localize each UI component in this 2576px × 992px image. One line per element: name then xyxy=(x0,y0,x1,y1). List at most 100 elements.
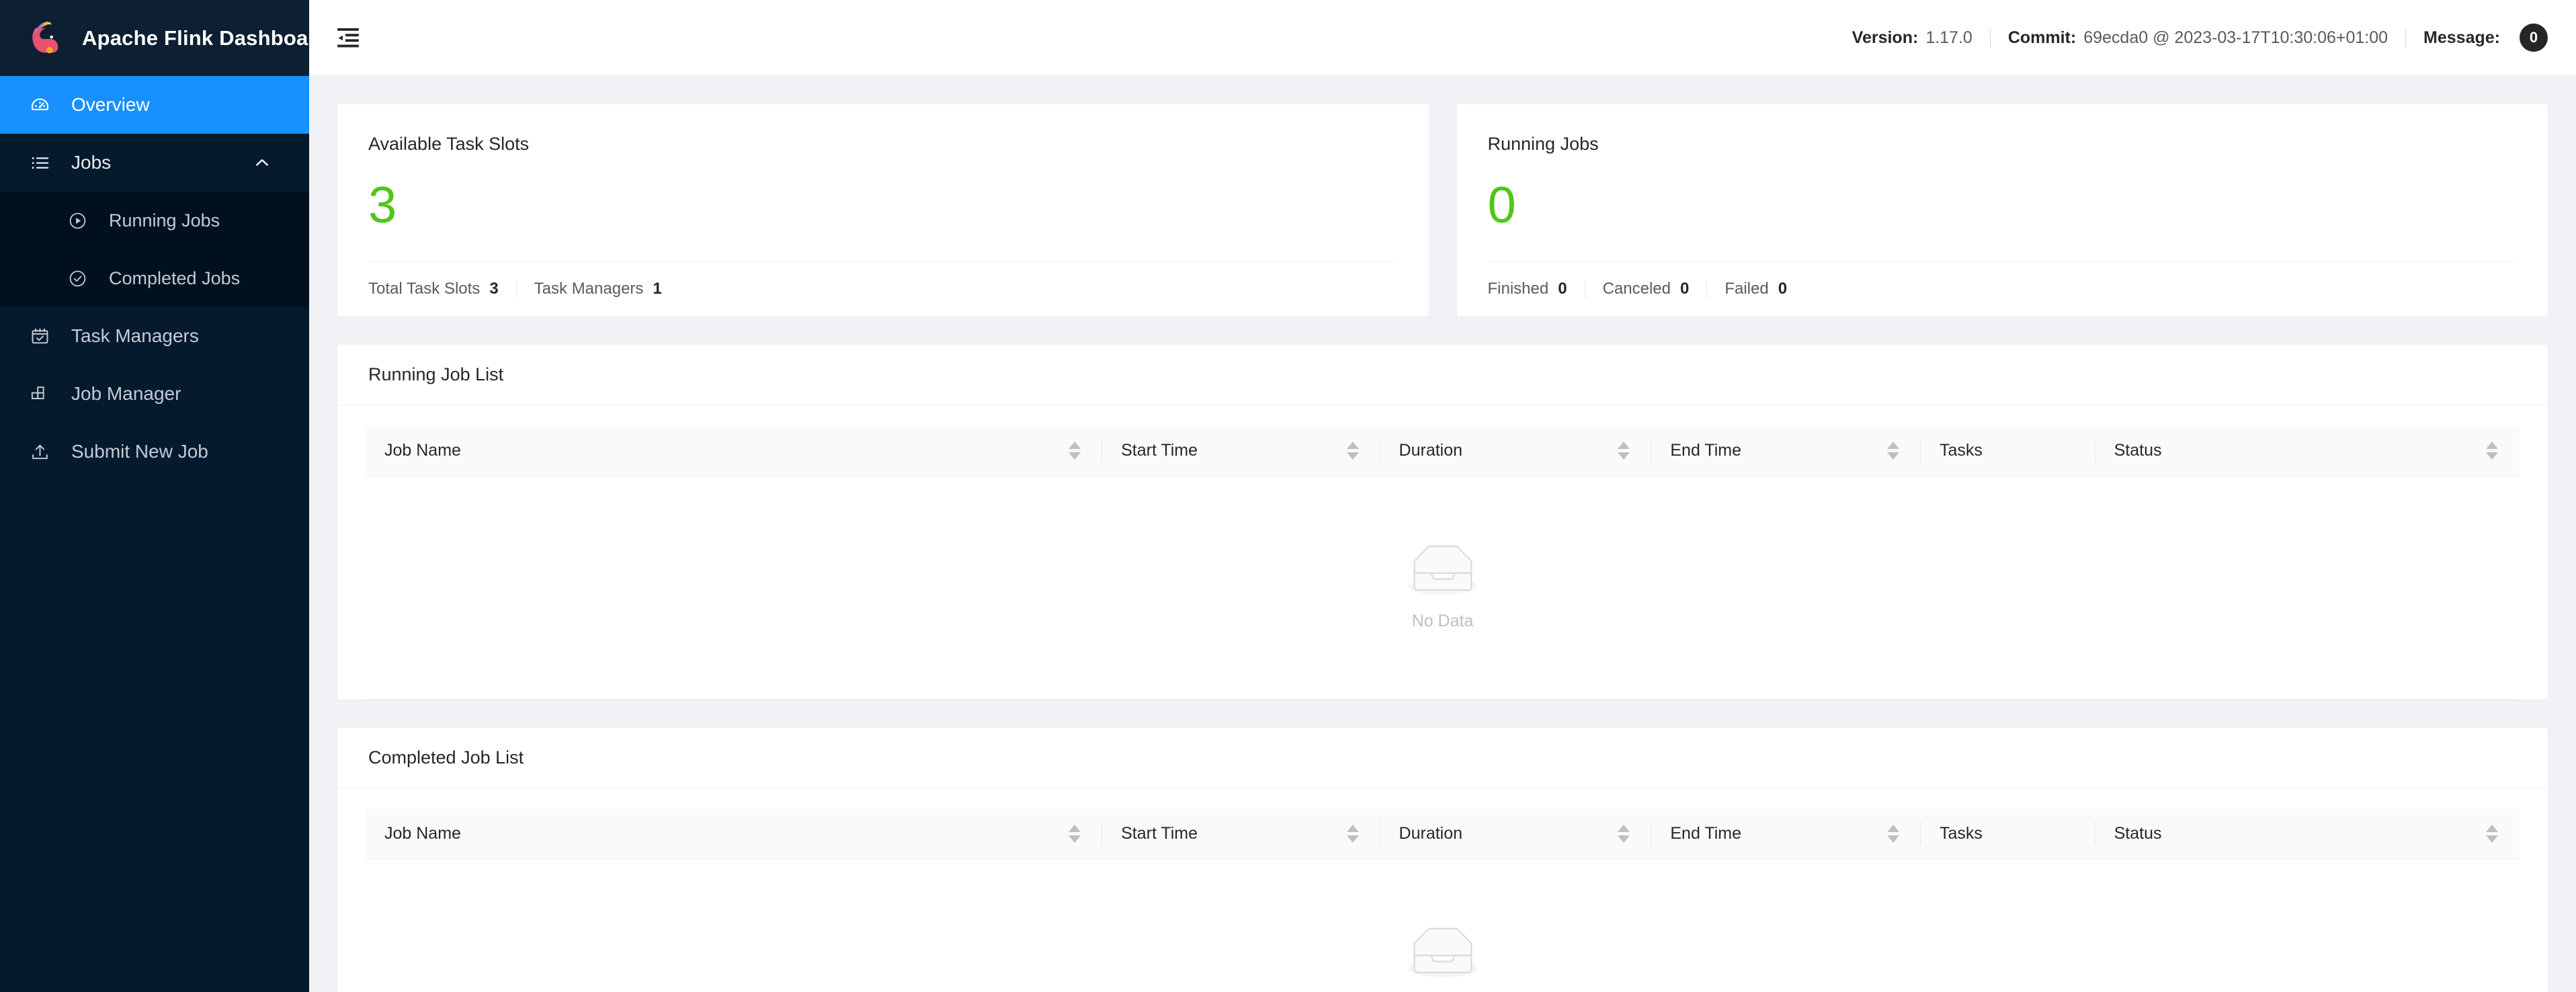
card-title: Running Job List xyxy=(337,345,2548,405)
sort-toggle-end-time[interactable] xyxy=(1884,820,1902,847)
footer-stat-label: Failed xyxy=(1725,280,1769,298)
table-header-row: Job Name Start Time Duration End Time Ta… xyxy=(366,425,2520,477)
footer-stat-value: 3 xyxy=(489,280,499,298)
column-header-job-name[interactable]: Job Name xyxy=(366,808,1103,860)
footer-stat-finished: Finished 0 xyxy=(1488,280,1567,298)
table-body: No Data xyxy=(366,477,2520,700)
main-area: Version: 1.17.0 Commit: 69ecda0 @ 2023-0… xyxy=(309,0,2576,992)
sort-toggle-duration[interactable] xyxy=(1615,438,1632,464)
check-circle-icon xyxy=(66,267,89,290)
table-empty-row: No Data xyxy=(366,477,2520,700)
caret-down-icon xyxy=(2486,452,2498,460)
blocks-icon xyxy=(28,382,51,405)
sidebar-submenu-jobs: Running Jobs Completed Jobs xyxy=(0,192,309,307)
footer-stat-failed: Failed 0 xyxy=(1725,280,1787,298)
caret-down-icon xyxy=(1618,835,1630,843)
sidebar-item-label: Job Manager xyxy=(71,383,181,404)
sidebar-item-job-manager[interactable]: Job Manager xyxy=(0,365,309,423)
column-label: End Time xyxy=(1670,823,1741,843)
sidebar-item-overview[interactable]: Overview xyxy=(0,76,309,134)
footer-stat-value: 1 xyxy=(653,280,662,298)
column-label: Status xyxy=(2114,441,2162,460)
caret-up-icon xyxy=(1618,442,1630,450)
card-title: Available Task Slots xyxy=(368,134,530,154)
sort-toggle-end-time[interactable] xyxy=(1884,438,1902,464)
caret-down-icon xyxy=(1887,835,1899,843)
column-header-duration[interactable]: Duration xyxy=(1380,808,1652,860)
caret-up-icon xyxy=(2486,824,2498,832)
card-title: Running Jobs xyxy=(1487,134,1599,154)
sidebar-item-jobs[interactable]: Jobs xyxy=(0,134,309,192)
caret-down-icon xyxy=(1887,452,1899,460)
card-footer: Finished 0 Canceled 0 Failed 0 xyxy=(1488,261,2518,317)
column-label: Status xyxy=(2114,823,2162,843)
empty-state-cell: No Data xyxy=(366,477,2520,700)
column-label: Tasks xyxy=(1940,441,1983,460)
caret-up-icon xyxy=(1887,824,1899,832)
column-header-status[interactable]: Status xyxy=(2095,808,2520,860)
column-header-end-time[interactable]: End Time xyxy=(1651,425,1921,477)
flink-squirrel-logo-icon xyxy=(23,17,65,59)
sort-toggle-job-name[interactable] xyxy=(1066,438,1083,464)
column-header-end-time[interactable]: End Time xyxy=(1651,808,1921,860)
column-label: Duration xyxy=(1399,441,1463,460)
sort-toggle-duration[interactable] xyxy=(1615,820,1632,847)
empty-state: No Data xyxy=(366,477,2520,699)
stat-value: 3 xyxy=(368,177,397,234)
sort-toggle-status[interactable] xyxy=(2483,438,2501,464)
footer-stat-label: Finished xyxy=(1487,280,1549,298)
play-circle-icon xyxy=(66,209,89,232)
completed-job-table: Job Name Start Time Duration End Time Ta… xyxy=(366,808,2520,992)
caret-down-icon xyxy=(2486,835,2498,843)
empty-state: No Data xyxy=(366,860,2520,992)
sidebar-item-completed-jobs[interactable]: Completed Jobs xyxy=(0,249,309,307)
sidebar-nav: Overview Jobs Running Jobs Completed Job… xyxy=(0,76,309,992)
sidebar-item-label: Completed Jobs xyxy=(109,267,241,288)
available-task-slots-card: Available Task Slots 3 Total Task Slots … xyxy=(337,104,1429,317)
sort-toggle-status[interactable] xyxy=(2483,820,2501,847)
topbar: Version: 1.17.0 Commit: 69ecda0 @ 2023-0… xyxy=(309,0,2576,76)
running-job-list-card: Running Job List Job Name Start Time Dur… xyxy=(337,345,2548,700)
empty-state-cell: No Data xyxy=(366,859,2520,992)
footer-stat-value: 0 xyxy=(1558,280,1567,298)
sort-toggle-job-name[interactable] xyxy=(1066,820,1083,847)
sort-toggle-start-time[interactable] xyxy=(1344,820,1362,847)
caret-up-icon xyxy=(1618,824,1630,832)
column-label: Tasks xyxy=(1940,823,1983,843)
caret-down-icon xyxy=(1346,835,1359,843)
chevron-up-icon[interactable] xyxy=(253,153,272,172)
column-header-duration[interactable]: Duration xyxy=(1380,425,1652,477)
upload-icon xyxy=(28,440,51,463)
commit-label: Commit: xyxy=(2007,28,2077,47)
sort-toggle-start-time[interactable] xyxy=(1344,438,1362,464)
sidebar-item-task-managers[interactable]: Task Managers xyxy=(0,307,309,365)
footer-stat-label: Canceled xyxy=(1602,280,1671,298)
sidebar-item-running-jobs[interactable]: Running Jobs xyxy=(0,192,309,249)
message-label: Message: xyxy=(2423,28,2500,47)
footer-stat-canceled: Canceled 0 xyxy=(1603,280,1690,298)
column-label: Start Time xyxy=(1121,823,1198,843)
footer-stat-value: 0 xyxy=(1679,280,1690,298)
message-count-badge[interactable]: 0 xyxy=(2520,24,2548,52)
menu-fold-icon[interactable] xyxy=(333,23,363,52)
footer-stat-task-managers: Task Managers 1 xyxy=(534,280,662,298)
card-title: Completed Job List xyxy=(337,728,2548,788)
sidebar-item-submit-new-job[interactable]: Submit New Job xyxy=(0,423,309,481)
column-header-tasks[interactable]: Tasks xyxy=(1921,808,2095,860)
footer-stat-label: Task Managers xyxy=(534,280,644,298)
empty-state-text: No Data xyxy=(1411,611,1474,630)
column-label: Job Name xyxy=(384,823,461,843)
caret-up-icon xyxy=(1069,824,1081,832)
divider xyxy=(2405,28,2407,48)
calendar-check-icon xyxy=(28,325,51,347)
sidebar: Apache Flink Dashboard Overview Jobs Run… xyxy=(0,0,329,992)
caret-down-icon xyxy=(1618,452,1630,460)
column-header-start-time[interactable]: Start Time xyxy=(1102,808,1380,860)
column-header-start-time[interactable]: Start Time xyxy=(1102,425,1380,477)
column-header-status[interactable]: Status xyxy=(2095,425,2520,477)
column-header-job-name[interactable]: Job Name xyxy=(366,425,1103,477)
page-content: Available Task Slots 3 Total Task Slots … xyxy=(309,76,2576,992)
stat-value: 0 xyxy=(1487,177,1516,234)
version-label: Version: xyxy=(1852,28,1919,47)
column-header-tasks[interactable]: Tasks xyxy=(1921,425,2095,477)
